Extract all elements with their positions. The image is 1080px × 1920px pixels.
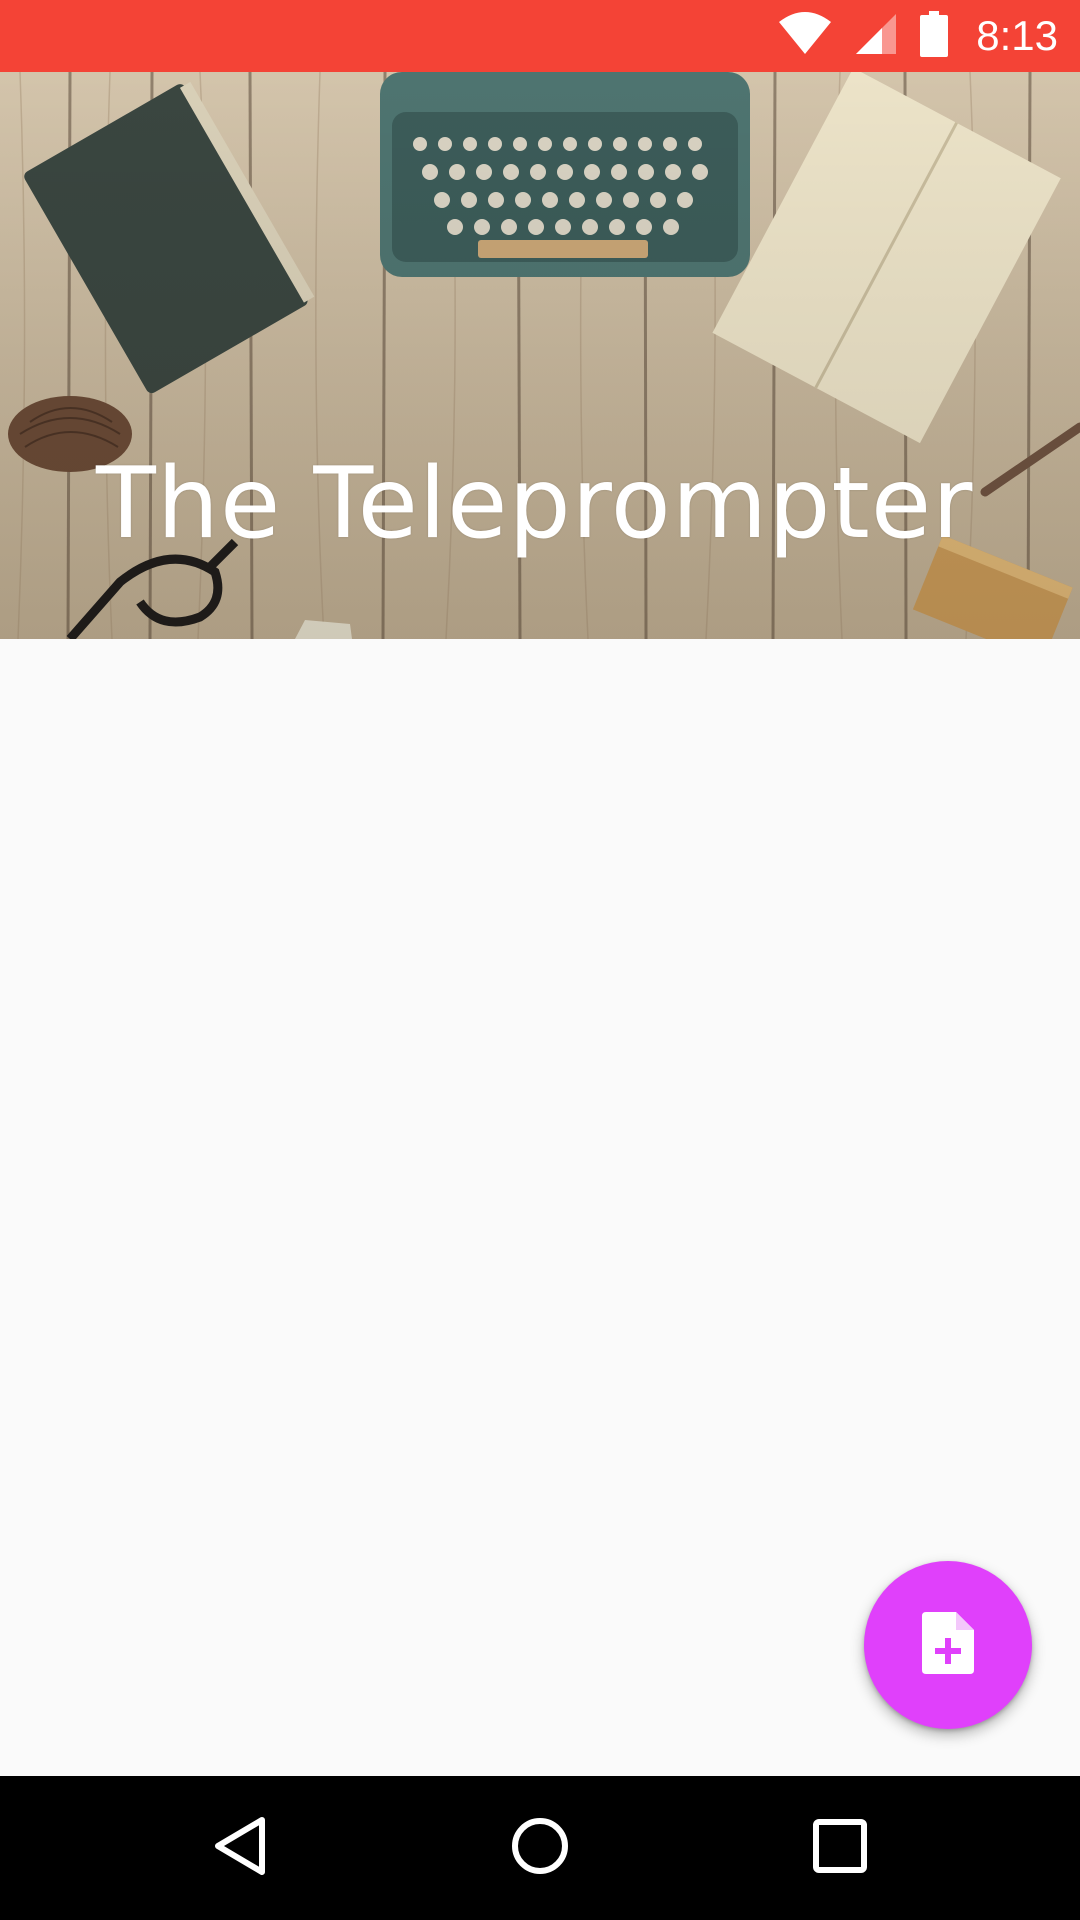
status-icons: 8:13 <box>778 0 1058 72</box>
recents-icon <box>812 1818 868 1879</box>
home-button[interactable] <box>460 1776 620 1920</box>
recents-button[interactable] <box>760 1776 920 1920</box>
status-bar: 8:13 <box>0 0 1080 72</box>
add-script-fab[interactable] <box>864 1561 1032 1729</box>
header-image: The Teleprompter <box>0 72 1080 639</box>
note-add-icon <box>922 1611 974 1679</box>
back-icon <box>212 1816 268 1881</box>
home-icon <box>510 1816 570 1881</box>
wifi-icon <box>778 11 832 61</box>
battery-icon <box>920 10 949 62</box>
cell-signal-icon <box>854 12 898 61</box>
app-title: The Teleprompter <box>96 447 974 561</box>
status-time: 8:13 <box>976 12 1058 59</box>
back-button[interactable] <box>160 1776 320 1920</box>
screen: 8:13 The Teleprompter <box>0 0 1080 1920</box>
navigation-bar <box>0 1776 1080 1920</box>
